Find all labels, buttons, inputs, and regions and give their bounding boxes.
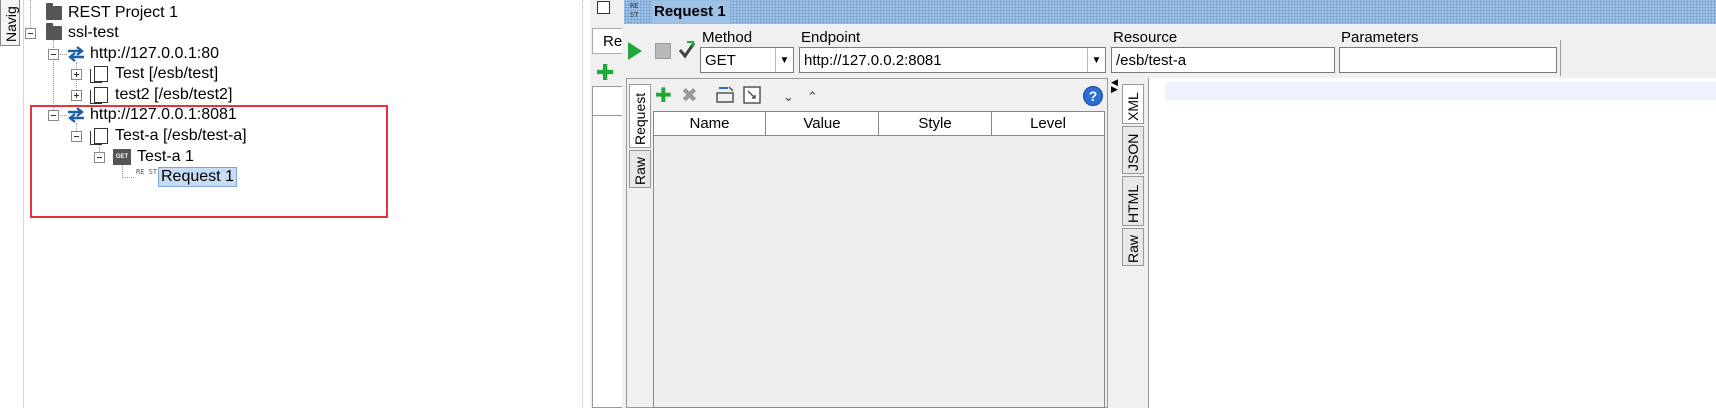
column-header-value[interactable]: Value xyxy=(766,112,879,136)
collapse-arrows-icon[interactable]: ◀ ▶ xyxy=(1111,78,1118,94)
endpoint-label: Endpoint xyxy=(801,29,861,46)
collapse-icon[interactable] xyxy=(25,27,36,39)
panel-splitter[interactable] xyxy=(582,0,584,408)
response-editor[interactable] xyxy=(1148,78,1716,408)
stop-icon[interactable] xyxy=(655,43,671,59)
side-list xyxy=(592,86,622,408)
method-label: Method xyxy=(702,29,753,46)
editor-title: Request 1 xyxy=(652,1,730,23)
method-value: GET xyxy=(705,51,736,69)
tree-item-label: REST Project 1 xyxy=(68,4,178,21)
tab-request[interactable]: Request xyxy=(629,84,651,148)
expand-icon[interactable] xyxy=(71,68,82,80)
resource-icon xyxy=(90,66,108,83)
folder-icon xyxy=(46,23,62,40)
method-select[interactable]: GET ▼ xyxy=(700,47,794,73)
tab-label: HTML xyxy=(1125,184,1141,223)
endpoint-value: http://127.0.0.2:8081 xyxy=(804,51,942,69)
tree-item-rest-project[interactable]: REST Project 1 xyxy=(46,2,178,24)
tab-raw[interactable]: Raw xyxy=(629,150,651,188)
navigator-tab[interactable]: Navig xyxy=(0,0,20,46)
tab-xml[interactable]: XML xyxy=(1122,84,1144,124)
tab-label: JSON xyxy=(1125,133,1141,171)
resource-label: Resource xyxy=(1113,29,1178,46)
rest-title-icon: RE ST xyxy=(630,2,639,19)
resource-input[interactable]: /esb/test-a xyxy=(1111,47,1335,73)
collapse-icon[interactable] xyxy=(48,48,59,60)
editor-titlebar xyxy=(624,0,1716,24)
tab-label: Raw xyxy=(632,156,648,185)
add-param-icon[interactable]: ✚ xyxy=(655,86,672,106)
maximize-checkbox[interactable] xyxy=(597,1,610,14)
column-header-name[interactable]: Name xyxy=(654,112,766,136)
tree-item-label: Test [/esb/test] xyxy=(115,65,219,82)
params-table[interactable]: Name Value Style Level xyxy=(653,111,1105,408)
side-tab[interactable]: Re xyxy=(592,28,622,54)
parameters-input[interactable] xyxy=(1339,47,1557,73)
clear-params-icon[interactable] xyxy=(716,86,736,104)
help-icon[interactable]: ? xyxy=(1083,86,1103,106)
chevron-down-icon[interactable]: ▼ xyxy=(1087,48,1105,72)
expand-icon[interactable] xyxy=(71,89,82,101)
resource-value: /esb/test-a xyxy=(1116,51,1187,69)
folder-icon xyxy=(46,3,62,20)
tab-label: XML xyxy=(1125,92,1141,121)
tree-item-resource-test[interactable]: Test [/esb/test] xyxy=(71,63,218,85)
column-header-level[interactable]: Level xyxy=(992,112,1104,136)
highlight-box xyxy=(30,105,388,218)
tab-label: Request xyxy=(632,92,648,145)
tree-item-label: ssl-test xyxy=(68,24,119,41)
tree-item-endpoint-1[interactable]: http://127.0.0.1:80 xyxy=(48,43,219,65)
current-line-highlight xyxy=(1165,82,1716,100)
split-divider[interactable]: ◀ ▶ xyxy=(1110,78,1118,408)
expand-params-icon[interactable] xyxy=(743,86,761,104)
chevron-down-icon[interactable]: ▼ xyxy=(775,48,793,72)
play-icon[interactable] xyxy=(628,42,642,60)
tab-raw-response[interactable]: Raw xyxy=(1122,228,1144,266)
parameters-label: Parameters xyxy=(1341,29,1419,46)
resource-icon xyxy=(90,87,108,104)
tree-item-label: http://127.0.0.1:80 xyxy=(90,45,219,62)
navigator-strip xyxy=(0,0,24,408)
tab-json[interactable]: JSON xyxy=(1122,126,1144,174)
check-endpoint-icon[interactable] xyxy=(678,40,696,60)
toolbar-edge xyxy=(1560,40,1568,76)
tab-label: Raw xyxy=(1125,234,1141,263)
side-list-header xyxy=(592,86,622,116)
tree-item-resource-test2[interactable]: test2 [/esb/test2] xyxy=(71,84,232,106)
endpoint-select[interactable]: http://127.0.0.2:8081 ▼ xyxy=(799,47,1106,73)
endpoint-swap-icon xyxy=(68,46,84,62)
remove-param-icon[interactable]: ✖ xyxy=(681,86,698,106)
tree-item-label: test2 [/esb/test2] xyxy=(115,86,233,103)
move-up-icon[interactable]: ⌃ xyxy=(807,87,818,107)
tab-html[interactable]: HTML xyxy=(1122,176,1144,226)
column-header-style[interactable]: Style xyxy=(879,112,992,136)
tree-item-ssl-test[interactable]: ssl-test xyxy=(25,22,119,44)
move-down-icon[interactable]: ⌄ xyxy=(783,87,794,107)
add-icon[interactable]: ✚ xyxy=(596,60,614,86)
navigator-tab-label: Navig xyxy=(3,6,19,42)
